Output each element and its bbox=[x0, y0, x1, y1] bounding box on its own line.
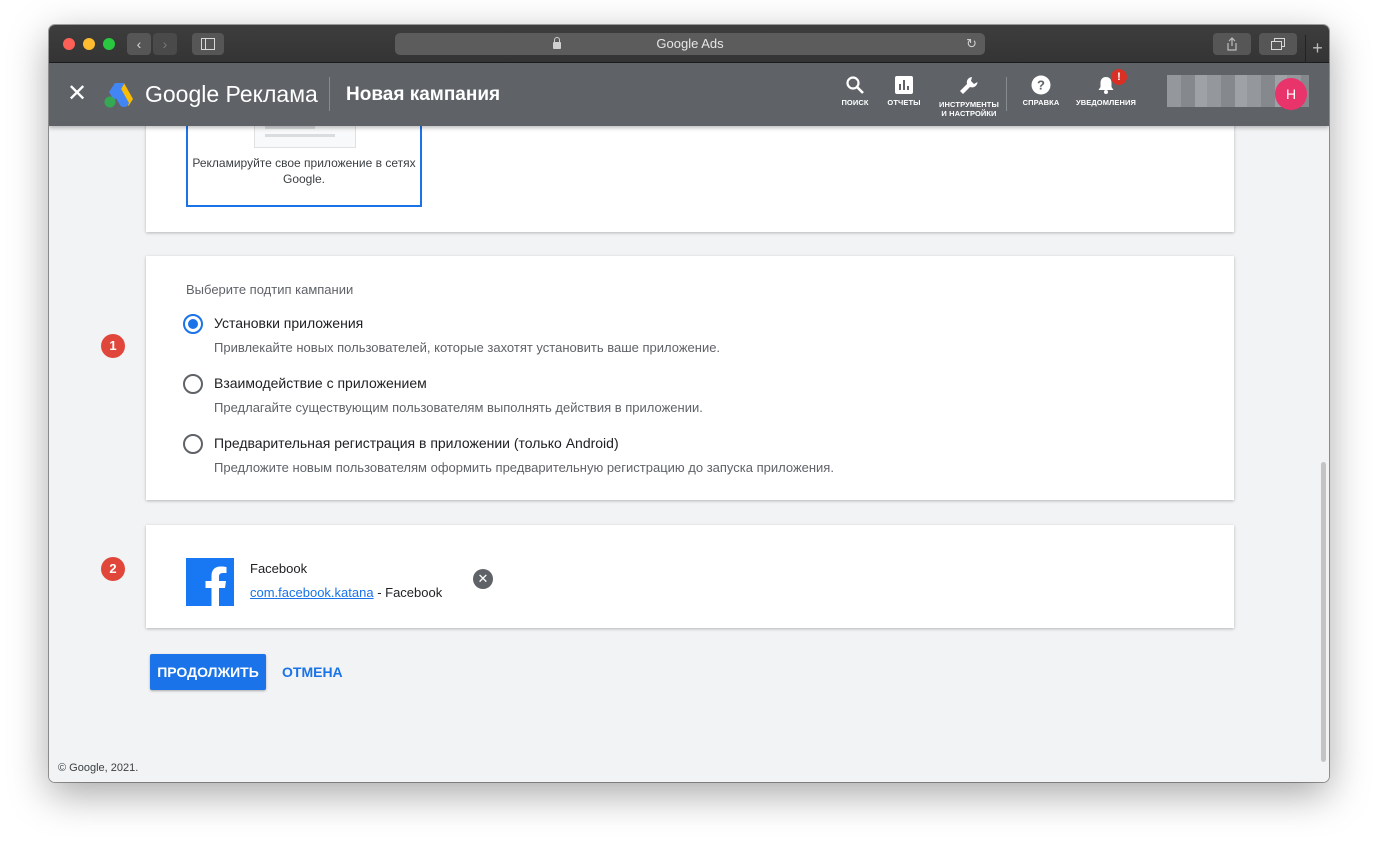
address-text: Google Ads bbox=[656, 36, 724, 51]
step-badge-1: 1 bbox=[101, 334, 125, 358]
option-title: Предварительная регистрация в приложении… bbox=[214, 435, 619, 451]
option-title: Взаимодействие с приложением bbox=[214, 375, 427, 391]
nav-tools-label: ИНСТРУМЕНТЫ И НАСТРОЙКИ bbox=[939, 100, 999, 118]
nav-reports[interactable]: ОТЧЕТЫ bbox=[884, 75, 924, 107]
tabs-overview-icon[interactable] bbox=[1259, 33, 1297, 55]
app-name: Facebook bbox=[250, 561, 308, 576]
footer-copyright: © Google, 2021. bbox=[58, 762, 139, 774]
subtype-label: Выберите подтип кампании bbox=[186, 282, 354, 297]
header-divider-right bbox=[1006, 77, 1007, 111]
remove-app-icon[interactable]: ✕ bbox=[473, 569, 493, 589]
campaign-subtype-card: Выберите подтип кампании Установки прило… bbox=[146, 256, 1234, 500]
back-button[interactable]: ‹ bbox=[127, 33, 151, 55]
nav-search[interactable]: ПОИСК bbox=[837, 75, 873, 107]
browser-toolbar: ‹ › Google Ads ↻ + bbox=[49, 25, 1329, 63]
option-description: Предлагайте существующим пользователям в… bbox=[214, 400, 703, 415]
selected-app-card: Facebook com.facebook.katana - Facebook … bbox=[146, 525, 1234, 628]
continue-button[interactable]: ПРОДОЛЖИТЬ bbox=[150, 654, 266, 690]
browser-window: ‹ › Google Ads ↻ + ✕ Google Реклама Нова… bbox=[49, 25, 1329, 782]
sidebar-icon[interactable] bbox=[192, 33, 224, 55]
radio-installs[interactable] bbox=[183, 314, 203, 334]
app-promotion-option[interactable]: Рекламируйте свое приложение в сетях Goo… bbox=[186, 126, 422, 207]
option-description: Рекламируйте свое приложение в сетях Goo… bbox=[192, 156, 416, 186]
option-description: Привлекайте новых пользователей, которые… bbox=[214, 340, 721, 355]
reload-icon[interactable]: ↻ bbox=[966, 33, 977, 55]
nav-help-label: СПРАВКА bbox=[1022, 98, 1060, 107]
nav-notifications[interactable]: ! УВЕДОМЛЕНИЯ bbox=[1073, 69, 1139, 107]
avatar[interactable]: Н bbox=[1275, 78, 1307, 110]
header-divider bbox=[329, 77, 330, 111]
notification-badge: ! bbox=[1111, 69, 1127, 85]
reports-icon bbox=[895, 76, 913, 94]
facebook-logo-icon bbox=[186, 558, 234, 606]
campaign-goal-card: Рекламируйте свое приложение в сетях Goo… bbox=[146, 126, 1234, 232]
minimize-window-button[interactable] bbox=[83, 38, 95, 50]
google-ads-logo-icon bbox=[104, 83, 133, 108]
page-title: Новая кампания bbox=[346, 84, 501, 105]
option-preview-illustration bbox=[254, 126, 356, 148]
svg-text:?: ? bbox=[1037, 78, 1045, 93]
radio-engagement[interactable] bbox=[183, 374, 203, 394]
nav-search-label: ПОИСК bbox=[841, 98, 869, 107]
brand-name: Google Реклама bbox=[145, 81, 318, 107]
nav-reports-label: ОТЧЕТЫ bbox=[887, 98, 921, 107]
address-bar[interactable]: Google Ads ↻ bbox=[395, 33, 985, 55]
lock-icon bbox=[553, 37, 561, 49]
step-badge-2: 2 bbox=[101, 557, 125, 581]
share-icon[interactable] bbox=[1213, 33, 1251, 55]
forward-button[interactable]: › bbox=[153, 33, 177, 55]
option-description: Предложите новым пользователям оформить … bbox=[214, 460, 834, 475]
wrench-icon bbox=[960, 77, 978, 94]
scrollbar[interactable] bbox=[1321, 462, 1326, 762]
ads-header: ✕ Google Реклама Новая кампания ПОИСК ОТ… bbox=[49, 63, 1329, 126]
search-icon bbox=[846, 76, 864, 94]
app-package: com.facebook.katana - Facebook bbox=[250, 585, 442, 600]
nav-tools[interactable]: ИНСТРУМЕНТЫ И НАСТРОЙКИ bbox=[937, 75, 1001, 118]
main-content: Рекламируйте свое приложение в сетях Goo… bbox=[49, 126, 1329, 782]
zoom-window-button[interactable] bbox=[103, 38, 115, 50]
close-campaign-icon[interactable]: ✕ bbox=[67, 81, 87, 107]
close-window-button[interactable] bbox=[63, 38, 75, 50]
nav-notifications-label: УВЕДОМЛЕНИЯ bbox=[1075, 98, 1137, 107]
app-package-link[interactable]: com.facebook.katana bbox=[250, 585, 374, 600]
cancel-button[interactable]: ОТМЕНА bbox=[282, 654, 343, 690]
radio-preregistration[interactable] bbox=[183, 434, 203, 454]
new-tab-button[interactable]: + bbox=[1305, 35, 1329, 63]
help-icon: ? bbox=[1031, 75, 1051, 95]
app-developer: - Facebook bbox=[373, 585, 443, 600]
option-title: Установки приложения bbox=[214, 315, 364, 331]
nav-help[interactable]: ? СПРАВКА bbox=[1019, 75, 1063, 107]
